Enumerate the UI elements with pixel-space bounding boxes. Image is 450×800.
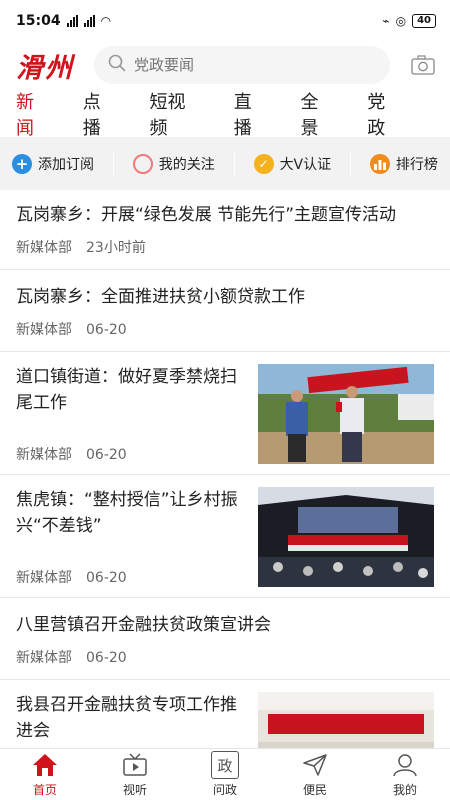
- nav-media[interactable]: 视听: [105, 751, 165, 798]
- news-meta: 新媒体部 06-20: [16, 319, 434, 339]
- news-title: 八里营镇召开金融扶贫政策宣讲会: [16, 615, 271, 635]
- battery-icon: 40: [412, 14, 436, 28]
- status-time: 15:04: [16, 13, 61, 29]
- signal-icon: [66, 15, 78, 27]
- news-thumbnail[interactable]: [258, 364, 434, 464]
- news-item[interactable]: 瓦岗寨乡：全面推进扶贫小额贷款工作 新媒体部 06-20: [0, 270, 450, 352]
- news-title: 瓦岗寨乡：全面推进扶贫小额贷款工作: [16, 287, 305, 307]
- app-header: 滑州: [0, 42, 450, 88]
- camera-icon: [411, 55, 435, 75]
- my-follows-label: 我的关注: [158, 157, 215, 173]
- ranking-button[interactable]: 排行榜: [361, 145, 446, 183]
- news-meta: 新媒体部 06-20: [16, 567, 244, 587]
- news-item[interactable]: 八里营镇召开金融扶贫政策宣讲会 新媒体部 06-20: [0, 598, 450, 680]
- channel-tabs: 新闻 点播 短视频 直播 全景 党政: [0, 88, 450, 140]
- add-subscription-button[interactable]: + 添加订阅: [4, 145, 102, 183]
- tab-live[interactable]: 直播: [234, 88, 269, 140]
- divider: [350, 151, 352, 177]
- alarm-icon: ◎: [395, 14, 407, 28]
- nav-profile[interactable]: 我的: [375, 751, 435, 798]
- nav-media-label: 视听: [122, 783, 147, 797]
- news-item[interactable]: 道口镇街道：做好夏季禁烧扫尾工作 新媒体部 06-20: [0, 352, 450, 475]
- news-title: 瓦岗寨乡：开展“绿色发展 节能先行”主题宣传活动: [16, 205, 397, 225]
- tab-on-demand[interactable]: 点播: [83, 88, 118, 140]
- tab-news[interactable]: 新闻: [16, 88, 51, 140]
- home-icon: [31, 751, 59, 779]
- vibrate-icon: ⌁: [382, 14, 390, 28]
- ranking-label: 排行榜: [395, 157, 438, 173]
- big-v-verify-label: 大V认证: [279, 157, 332, 173]
- news-meta: 新媒体部 23小时前: [16, 237, 434, 257]
- bar-chart-icon: [369, 154, 390, 174]
- send-icon: [301, 751, 329, 779]
- news-time: 06-20: [86, 447, 127, 463]
- news-item[interactable]: 瓦岗寨乡：开展“绿色发展 节能先行”主题宣传活动 新媒体部 23小时前: [0, 188, 450, 270]
- tab-panorama[interactable]: 全景: [300, 88, 335, 140]
- quick-actions-bar: + 添加订阅 我的关注 ✓ 大V认证 排行榜: [0, 138, 450, 190]
- divider: [112, 151, 114, 177]
- user-icon: [391, 751, 419, 779]
- signal-icon-2: [83, 15, 95, 27]
- nav-profile-label: 我的: [392, 783, 417, 797]
- search-input[interactable]: [134, 56, 376, 74]
- status-bar: 15:04 ◠ ⌁ ◎ 40: [0, 0, 450, 42]
- divider: [233, 151, 235, 177]
- circle-outline-icon: [132, 154, 153, 174]
- news-meta: 新媒体部 06-20: [16, 647, 434, 667]
- bottom-nav: 首页 视听 政 问政 便民 我的: [0, 748, 450, 800]
- news-time: 23小时前: [86, 240, 146, 256]
- news-title: 焦虎镇：“整村授信”让乡村振兴“不差钱”: [16, 490, 238, 536]
- news-source: 新媒体部: [16, 570, 72, 586]
- camera-button[interactable]: [410, 54, 436, 76]
- news-item[interactable]: 焦虎镇：“整村授信”让乡村振兴“不差钱” 新媒体部 06-20: [0, 475, 450, 598]
- nav-services-label: 便民: [302, 783, 327, 797]
- add-subscription-label: 添加订阅: [38, 157, 94, 173]
- nav-services[interactable]: 便民: [285, 751, 345, 798]
- zheng-icon: 政: [211, 751, 239, 779]
- nav-inquiry[interactable]: 政 问政: [195, 751, 255, 798]
- news-item[interactable]: 我县召开金融扶贫专项工作推进会: [0, 680, 450, 748]
- nav-home[interactable]: 首页: [15, 751, 75, 798]
- plus-circle-icon: +: [12, 154, 32, 174]
- news-source: 新媒体部: [16, 322, 72, 338]
- tab-party-gov[interactable]: 党政: [367, 88, 402, 140]
- news-source: 新媒体部: [16, 447, 72, 463]
- news-title: 我县召开金融扶贫专项工作推进会: [16, 695, 237, 741]
- news-time: 06-20: [86, 570, 127, 586]
- news-feed: 瓦岗寨乡：开展“绿色发展 节能先行”主题宣传活动 新媒体部 23小时前 瓦岗寨乡：…: [0, 188, 450, 748]
- wifi-icon: ◠: [100, 14, 112, 28]
- news-source: 新媒体部: [16, 650, 72, 666]
- news-time: 06-20: [86, 650, 127, 666]
- nav-inquiry-label: 问政: [212, 783, 237, 797]
- news-meta: 新媒体部 06-20: [16, 444, 244, 464]
- nav-home-label: 首页: [32, 783, 57, 797]
- check-circle-icon: ✓: [253, 154, 274, 174]
- news-thumbnail[interactable]: [258, 692, 434, 748]
- tab-short-video[interactable]: 短视频: [150, 88, 202, 140]
- news-source: 新媒体部: [16, 240, 72, 256]
- search-icon: [108, 54, 126, 76]
- tv-icon: [121, 751, 149, 779]
- app-logo[interactable]: 滑州: [16, 46, 94, 85]
- search-bar[interactable]: [94, 46, 390, 84]
- news-time: 06-20: [86, 322, 127, 338]
- news-title: 道口镇街道：做好夏季禁烧扫尾工作: [16, 367, 237, 413]
- my-follows-button[interactable]: 我的关注: [124, 145, 223, 183]
- news-thumbnail[interactable]: [258, 487, 434, 587]
- big-v-verify-button[interactable]: ✓ 大V认证: [245, 145, 340, 183]
